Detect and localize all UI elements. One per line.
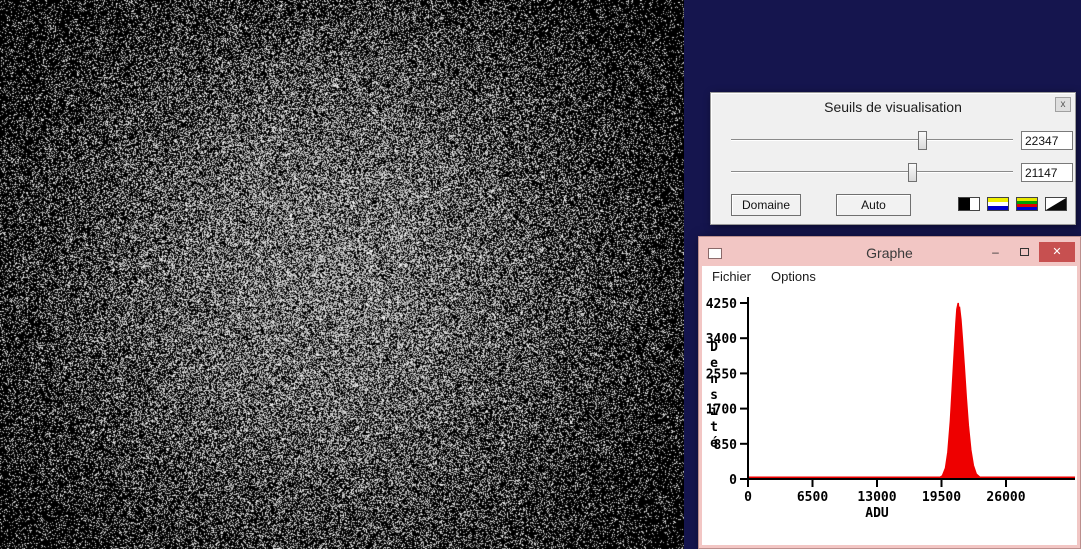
x-tick-label: 0 bbox=[744, 490, 752, 505]
low-threshold-thumb[interactable] bbox=[908, 163, 917, 182]
high-threshold-value[interactable] bbox=[1021, 131, 1073, 150]
slider-track[interactable] bbox=[731, 171, 1013, 173]
palette-icons bbox=[958, 197, 1067, 211]
y-axis-label-letter: t bbox=[710, 420, 718, 435]
x-tick-label: 19500 bbox=[922, 490, 961, 505]
minimize-button[interactable]: – bbox=[981, 242, 1010, 262]
image-view[interactable] bbox=[0, 0, 684, 549]
y-axis-label-letter: i bbox=[710, 404, 718, 419]
desktop: Seuils de visualisation x Domaine Auto G… bbox=[0, 0, 1081, 549]
dialog-close-button[interactable]: x bbox=[1055, 97, 1071, 112]
low-threshold-slider[interactable] bbox=[731, 163, 1013, 182]
x-tick-label: 6500 bbox=[797, 490, 828, 505]
histogram-chart: 085017002550340042500 6500 13000 19500 26000… bbox=[702, 287, 1077, 545]
x-tick-label: 13000 bbox=[857, 490, 896, 505]
high-threshold-thumb[interactable] bbox=[918, 131, 927, 150]
x-tick-label: 26000 bbox=[986, 490, 1025, 505]
maximize-icon bbox=[1020, 248, 1029, 256]
y-axis-label-letter: n bbox=[710, 372, 718, 387]
y-axis-label-letter: e bbox=[710, 356, 718, 371]
maximize-button[interactable] bbox=[1010, 242, 1039, 262]
domaine-button[interactable]: Domaine bbox=[731, 194, 801, 216]
graph-titlebar: Graphe – ✕ bbox=[702, 240, 1077, 266]
x-axis-label: ADU bbox=[865, 506, 889, 521]
y-axis-label-letter: s bbox=[710, 388, 718, 403]
low-threshold-value[interactable] bbox=[1021, 163, 1073, 182]
yellow-blue-palette-icon[interactable] bbox=[987, 197, 1009, 211]
dialog-title: Seuils de visualisation bbox=[711, 93, 1075, 115]
window-controls: – ✕ bbox=[981, 242, 1075, 262]
y-tick-label: 0 bbox=[729, 473, 737, 488]
menu-options[interactable]: Options bbox=[771, 269, 816, 284]
ramp-palette-icon[interactable] bbox=[1045, 197, 1067, 211]
graph-window: Graphe – ✕ Fichier Options 0 850 1700 2550 3… bbox=[698, 236, 1081, 549]
close-button[interactable]: ✕ bbox=[1039, 242, 1075, 262]
multicolor-palette-icon[interactable] bbox=[1016, 197, 1038, 211]
menubar: Fichier Options bbox=[702, 266, 1077, 287]
slider-track[interactable] bbox=[731, 139, 1013, 141]
histogram-area bbox=[748, 303, 1051, 479]
menu-fichier[interactable]: Fichier bbox=[712, 269, 751, 284]
y-tick-label: 4250 bbox=[706, 297, 737, 312]
black-white-palette-icon[interactable] bbox=[958, 197, 980, 211]
y-axis-label-letter: é bbox=[710, 436, 718, 451]
y-axis-label-letter: D bbox=[710, 340, 718, 355]
graph-body: 0 850 1700 2550 3400 4250 0 6500 13000 19500 26000… bbox=[702, 287, 1077, 545]
high-threshold-slider[interactable] bbox=[731, 131, 1013, 150]
auto-button[interactable]: Auto bbox=[836, 194, 911, 216]
axes bbox=[748, 297, 1075, 479]
threshold-dialog: Seuils de visualisation x Domaine Auto bbox=[710, 92, 1076, 225]
